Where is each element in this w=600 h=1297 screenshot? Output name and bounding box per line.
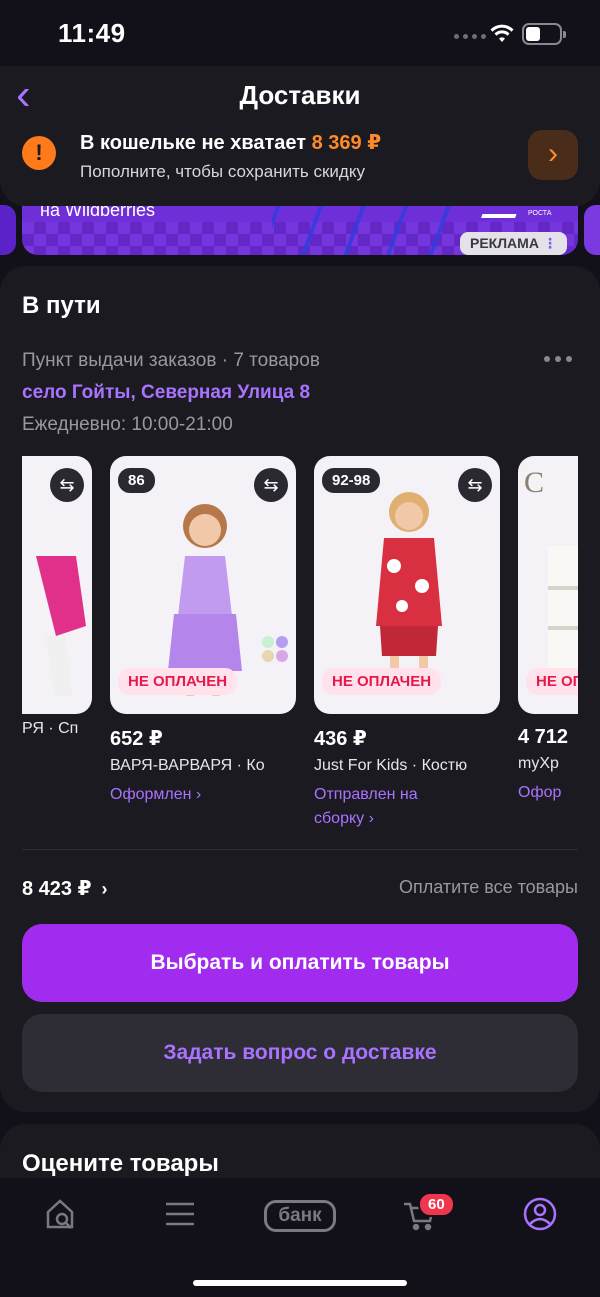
cart-count-badge: 60 — [418, 1192, 455, 1217]
more-options-icon[interactable] — [544, 356, 572, 362]
product-card[interactable]: ⇆ РЯ · Сп — [22, 456, 92, 738]
unpaid-badge: НЕ ОП — [526, 668, 578, 695]
pickup-address-link[interactable]: село Гойты, Северная Улица 8 — [22, 382, 310, 404]
ad-next-edge[interactable] — [584, 205, 600, 255]
wallet-warning-subtitle: Пополните, чтобы сохранить скидку — [80, 162, 365, 181]
status-bar: 11:49 — [0, 0, 600, 66]
ad-label[interactable]: РЕКЛАМА ⋮ — [460, 232, 567, 255]
return-icon[interactable]: ⇆ — [50, 468, 84, 502]
return-icon[interactable]: ⇆ — [458, 468, 492, 502]
divider — [22, 849, 578, 850]
size-badge: 86 — [118, 468, 155, 493]
product-photo — [376, 492, 442, 692]
profile-icon — [523, 1197, 557, 1231]
section-title: В пути — [22, 292, 101, 319]
product-name: myXp — [518, 755, 559, 772]
page-title: Доставки — [239, 80, 361, 110]
chevron-right-icon: › — [548, 137, 558, 170]
total-amount[interactable]: 8 423 ₽ › — [22, 876, 108, 901]
order-status-link[interactable]: Оформлен › — [110, 783, 296, 807]
home-search-icon — [46, 1199, 74, 1229]
battery-icon — [522, 23, 566, 45]
product-carousel[interactable]: ⇆ РЯ · Сп 86 ⇆ НЕ ОПЛАЧЕН 652 ₽ ВАРЯ-ВАР… — [22, 456, 578, 836]
product-price: 4 712 — [518, 726, 569, 748]
tab-home[interactable] — [44, 1196, 104, 1240]
return-icon[interactable]: ⇆ — [254, 468, 288, 502]
svg-text:С: С — [524, 466, 544, 499]
product-image: 92-98 ⇆ НЕ ОПЛАЧЕН — [314, 456, 500, 714]
wallet-warning-title: В кошельке не хватает 8 369 ₽ — [80, 130, 381, 155]
pay-all-hint: Оплатите все товары — [399, 877, 578, 897]
color-swatches — [262, 636, 288, 662]
tab-bank[interactable]: банк — [264, 1200, 336, 1232]
in-transit-card: В пути Пункт выдачи заказов · 7 товаров … — [0, 266, 600, 1112]
product-price: 436 ₽ — [314, 728, 367, 750]
product-price: 652 ₽ — [110, 728, 163, 750]
tab-catalog[interactable] — [162, 1196, 222, 1240]
warning-icon: ! — [22, 136, 56, 170]
tab-profile[interactable] — [522, 1196, 582, 1240]
product-name: ВАРЯ-ВАРВАРЯ · Ко — [110, 757, 265, 774]
wallet-warning-text: В кошельке не хватает — [80, 132, 307, 154]
chevron-right-icon: › — [101, 879, 108, 899]
product-photo — [168, 504, 242, 696]
unpaid-badge: НЕ ОПЛАЧЕН — [118, 668, 238, 695]
product-image: ⇆ — [22, 456, 92, 714]
wallet-shortfall-amount: 8 369 ₽ — [311, 132, 382, 154]
select-and-pay-button[interactable]: Выбрать и оплатить товары — [22, 924, 578, 1002]
product-card[interactable]: С НЕ ОП 4 712 myXp Офор — [518, 456, 578, 805]
signal-icon — [454, 34, 486, 39]
status-time: 11:49 — [58, 18, 126, 48]
order-status-link[interactable]: Отправлен на сборку › — [314, 783, 464, 831]
header: ‹ Доставки ! В кошельке не хватает 8 369… — [0, 66, 600, 206]
product-card[interactable]: 86 ⇆ НЕ ОПЛАЧЕН 652 ₽ ВАРЯ-ВАРВАРЯ · Ко … — [110, 456, 296, 807]
product-name: Just For Kids · Костю — [314, 757, 468, 774]
ad-prev-edge[interactable] — [0, 205, 16, 255]
ad-label-text: РЕКЛАМА — [470, 235, 539, 251]
section-title: Оцените товары — [22, 1150, 219, 1177]
total-amount-value: 8 423 ₽ — [22, 878, 92, 900]
product-card[interactable]: 92-98 ⇆ НЕ ОПЛАЧЕН 436 ₽ Just For Kids ·… — [314, 456, 500, 831]
menu-icon — [166, 1202, 194, 1226]
order-status-link[interactable]: Офор — [518, 781, 578, 805]
product-name: РЯ · Сп — [22, 720, 79, 737]
wallet-topup-button[interactable]: › — [528, 130, 578, 180]
home-indicator — [193, 1280, 407, 1286]
wifi-icon — [490, 24, 514, 42]
product-photo — [36, 556, 86, 696]
pickup-info: Пункт выдачи заказов · 7 товаров — [22, 350, 320, 371]
product-image: 86 ⇆ НЕ ОПЛАЧЕН — [110, 456, 296, 714]
ask-delivery-question-button[interactable]: Задать вопрос о доставке — [22, 1014, 578, 1092]
pickup-hours: Ежедневно: 10:00-21:00 — [22, 414, 233, 435]
ad-info-icon: ⋮ — [542, 235, 557, 251]
product-image: С НЕ ОП — [518, 456, 578, 714]
size-badge: 92-98 — [322, 468, 381, 493]
unpaid-badge: НЕ ОПЛАЧЕН — [322, 668, 442, 695]
